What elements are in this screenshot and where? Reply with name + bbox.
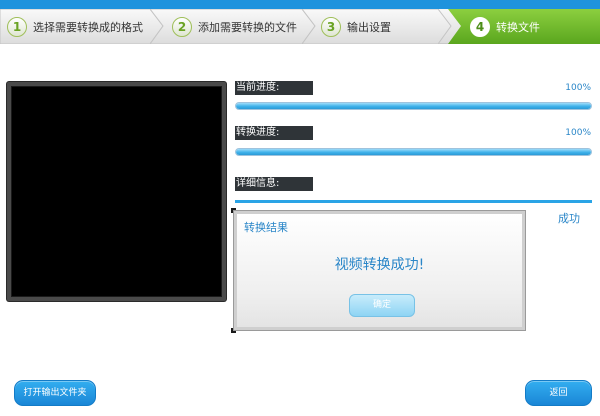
step-1-label: 选择需要转换成的格式 [33, 20, 143, 34]
step-1-number: 1 [7, 16, 27, 37]
step-4-label: 转换文件 [496, 20, 540, 34]
step-2[interactable]: 2 添加需要转换的文件 [150, 9, 315, 44]
step-3-label: 输出设置 [347, 20, 391, 34]
convert-progress-value: 100% [565, 128, 591, 138]
step-wizard: 1 选择需要转换成的格式 2 添加需要转换的文件 3 输出设置 4 转换文件 [0, 9, 600, 44]
step-3-number: 3 [321, 16, 341, 37]
video-preview [7, 82, 226, 301]
dialog-title: 转换结果 [244, 221, 288, 234]
title-strip [0, 0, 600, 9]
step-2-number: 2 [172, 16, 192, 37]
step-4-number: 4 [470, 16, 490, 37]
status-text: 成功 [558, 212, 580, 225]
converter-window: 1 选择需要转换成的格式 2 添加需要转换的文件 3 输出设置 4 转换文件 当… [0, 0, 600, 416]
step-1[interactable]: 1 选择需要转换成的格式 [0, 9, 165, 44]
current-progress-label: 当前进度: [235, 81, 313, 95]
current-progress-fill [236, 103, 591, 109]
current-progress-bar [235, 102, 592, 110]
ok-button[interactable]: 确定 [349, 294, 415, 317]
current-progress-value: 100% [565, 83, 591, 93]
detail-divider [235, 200, 592, 203]
convert-progress-fill [236, 149, 591, 155]
back-button[interactable]: 返回 [525, 380, 592, 406]
result-dialog: 转换结果 视频转换成功! 确定 [234, 211, 525, 330]
convert-progress-bar [235, 148, 592, 156]
dialog-message: 视频转换成功! [334, 257, 425, 273]
step-2-label: 添加需要转换的文件 [198, 20, 297, 34]
open-output-folder-button[interactable]: 打开输出文件夹 [14, 380, 96, 406]
detail-label: 详细信息: [235, 177, 313, 191]
convert-progress-label: 转换进度: [235, 126, 313, 140]
step-4[interactable]: 4 转换文件 [448, 9, 600, 44]
step-3[interactable]: 3 输出设置 [302, 9, 452, 44]
